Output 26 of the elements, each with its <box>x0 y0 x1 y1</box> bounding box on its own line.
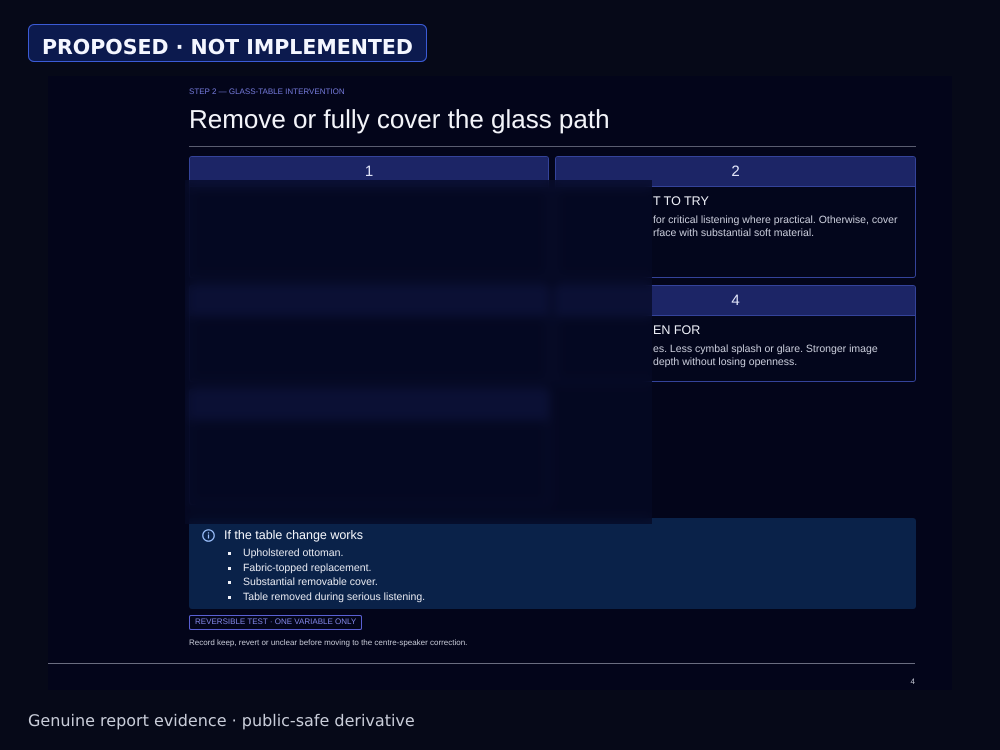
note-text: Record keep, revert or unclear before moving to the centre-speaker correction. <box>189 636 468 648</box>
eyebrow-label: STEP 2 — GLASS-TABLE INTERVENTION <box>189 86 345 97</box>
list-item: Upholstered ottoman. <box>243 546 344 560</box>
card-heading: EN FOR <box>653 323 700 337</box>
slide-title: Remove or fully cover the glass path <box>189 103 610 135</box>
card-text: rface with substantial soft material. <box>653 227 814 240</box>
bullet-icon <box>228 581 231 584</box>
card-number: 4 <box>731 292 740 310</box>
list-item: Substantial removable cover. <box>243 576 378 590</box>
status-badge: PROPOSED · NOT IMPLEMENTED <box>28 24 427 62</box>
card-number: 1 <box>364 162 374 180</box>
list-item: Fabric-topped replacement. <box>243 562 372 575</box>
bullet-icon <box>228 596 231 599</box>
callout-title: If the table change works <box>224 528 363 542</box>
card-text: depth without losing openness. <box>653 356 798 369</box>
list-item: Table removed during serious listening. <box>243 590 426 604</box>
tag: REVERSIBLE TEST · ONE VARIABLE ONLY <box>189 614 362 630</box>
card-text: for critical listening where practical. Otherwise, cover <box>653 214 898 227</box>
page-number: 4 <box>910 677 915 687</box>
bullet-icon <box>228 566 231 570</box>
card-text: es. Less cymbal splash or glare. Stronger image <box>653 343 878 356</box>
bullet-icon <box>228 552 231 555</box>
info-icon <box>202 528 215 542</box>
card-number: 2 <box>731 162 740 180</box>
card-heading: T TO TRY <box>653 194 709 208</box>
caption-text: Genuine report evidence · public-safe derivative <box>28 710 415 732</box>
